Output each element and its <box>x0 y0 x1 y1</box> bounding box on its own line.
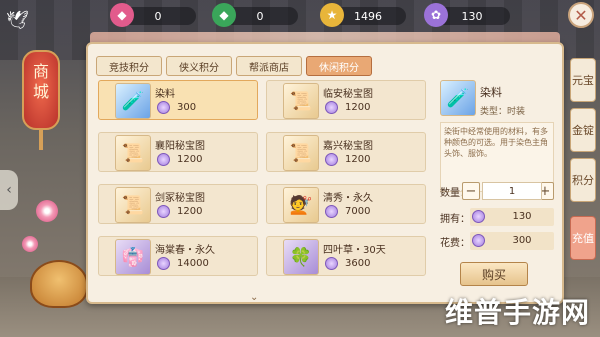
owned-label: 拥有： <box>440 214 470 225</box>
dye-bottle-icon: 🧪 <box>115 83 151 119</box>
item-name: 染料 <box>155 89 175 100</box>
currency-purple-value: 130 <box>461 9 483 23</box>
hairstyle-icon: 💇 <box>283 187 319 223</box>
purple-coin-icon <box>325 257 338 270</box>
lantern-label-top: 商 <box>32 62 49 81</box>
treasure-map-icon: 📜 <box>283 83 319 119</box>
shop-item[interactable]: 📜 剑冢秘宝图 1200 <box>98 184 258 224</box>
item-price: 1200 <box>345 154 371 165</box>
purple-coin-icon: ✿ <box>424 3 448 27</box>
item-price: 3600 <box>345 258 371 269</box>
purple-coin-icon <box>325 205 338 218</box>
quantity-value: 1 <box>508 185 516 197</box>
tab-label: 竞技积分 <box>109 62 149 74</box>
tab-label: 帮派商店 <box>249 62 289 74</box>
treasure-map-icon: 📜 <box>283 135 319 171</box>
treasure-map-icon: 📜 <box>115 187 151 223</box>
item-name: 四叶草・30天 <box>323 245 386 256</box>
item-name: 海棠春・永久 <box>155 245 215 256</box>
buy-button-label: 购买 <box>481 267 506 282</box>
item-grid: 🧪 染料 300 📜 临安秘宝图 1200 📜 襄阳秘宝图 1200 📜 嘉兴秘… <box>98 80 426 290</box>
owned-value-box: 130 <box>470 208 554 226</box>
shop-item[interactable]: 🧪 染料 300 <box>98 80 258 120</box>
tab-guild-shop[interactable]: 帮派商店 <box>236 56 302 76</box>
gold-coin-icon: ★ <box>320 3 344 27</box>
purple-coin-icon <box>157 257 170 270</box>
currency-green-value: 0 <box>256 9 264 23</box>
minus-button[interactable]: − <box>462 182 480 200</box>
tab-chivalry-points[interactable]: 侠义积分 <box>166 56 232 76</box>
quantity-field[interactable]: 1 <box>482 182 542 200</box>
item-price: 7000 <box>345 206 371 217</box>
cost-value-box: 300 <box>470 232 554 250</box>
side-tab-label: 积分 <box>572 173 594 187</box>
item-price: 1200 <box>345 102 371 113</box>
buy-button[interactable]: 购买 <box>460 262 528 286</box>
flower-icon <box>36 200 58 222</box>
item-name: 嘉兴秘宝图 <box>323 141 373 152</box>
side-tab-points[interactable]: 积分 <box>570 158 596 202</box>
tab-label: 休闲积分 <box>319 62 359 74</box>
treasure-map-icon: 📜 <box>115 135 151 171</box>
item-price: 300 <box>177 102 197 113</box>
side-tab-yuanbao[interactable]: 元宝 <box>570 58 596 102</box>
purple-coin-icon <box>325 153 338 166</box>
item-name: 临安秘宝图 <box>323 89 373 100</box>
outfit-icon: 👘 <box>115 239 151 275</box>
cost-value: 300 <box>512 235 532 246</box>
detail-type: 类型：时装 <box>480 107 526 117</box>
purple-coin-icon <box>325 101 338 114</box>
scroll-left-icon[interactable]: ‹ <box>0 170 18 210</box>
side-tab-gold-ingot[interactable]: 金锭 <box>570 108 596 152</box>
bird-icon: 🕊 <box>6 10 29 31</box>
flower-icon <box>22 236 38 252</box>
shop-item[interactable]: 📜 嘉兴秘宝图 1200 <box>266 132 426 172</box>
chevron-down-icon: ⌄ <box>250 292 259 303</box>
item-name: 清秀・永久 <box>323 193 373 204</box>
close-button[interactable]: ✕ <box>568 2 594 28</box>
purple-coin-icon <box>157 153 170 166</box>
item-name: 襄阳秘宝图 <box>155 141 205 152</box>
purple-coin-icon <box>157 101 170 114</box>
shop-item[interactable]: 👘 海棠春・永久 14000 <box>98 236 258 276</box>
shop-item[interactable]: 📜 临安秘宝图 1200 <box>266 80 426 120</box>
item-price: 14000 <box>177 258 209 269</box>
purple-coin-icon <box>472 234 485 247</box>
currency-gold-value: 1496 <box>354 9 382 23</box>
shop-item[interactable]: 🍀 四叶草・30天 3600 <box>266 236 426 276</box>
shop-item[interactable]: 📜 襄阳秘宝图 1200 <box>98 132 258 172</box>
green-jade-icon: ◆ <box>212 3 236 27</box>
shop-lantern-label: 商 城 <box>22 62 60 102</box>
item-name: 剑冢秘宝图 <box>155 193 205 204</box>
tab-leisure-points[interactable]: 休闲积分 <box>306 56 372 76</box>
purple-coin-icon <box>472 210 485 223</box>
item-price: 1200 <box>177 154 203 165</box>
lantern-tassel <box>39 130 43 150</box>
item-price: 1200 <box>177 206 203 217</box>
side-tab-label: 元宝 <box>572 73 594 87</box>
watermark: 维普手游网 <box>444 296 590 329</box>
cost-label: 花费： <box>440 238 470 249</box>
currency-pink-value: 0 <box>154 9 162 23</box>
clover-icon: 🍀 <box>283 239 319 275</box>
detail-name: 染料 <box>480 86 502 99</box>
tab-label: 侠义积分 <box>179 62 219 74</box>
owned-value: 130 <box>512 211 532 222</box>
dye-bottle-icon: 🧪 <box>440 80 476 116</box>
currency-bar: 0 ◆ 0 ◆ 1496 ★ 130 ✿ <box>110 3 530 27</box>
side-tab-label: 金锭 <box>572 123 594 137</box>
treasure-pot-icon <box>30 260 88 308</box>
lantern-label-bottom: 城 <box>32 82 49 101</box>
shop-item[interactable]: 💇 清秀・永久 7000 <box>266 184 426 224</box>
purple-coin-icon <box>157 205 170 218</box>
side-tab-label: 充值 <box>572 231 594 245</box>
side-tab-recharge[interactable]: 充值 <box>570 216 596 260</box>
pink-jade-icon: ◆ <box>110 3 134 27</box>
tab-arena-points[interactable]: 竞技积分 <box>96 56 162 76</box>
